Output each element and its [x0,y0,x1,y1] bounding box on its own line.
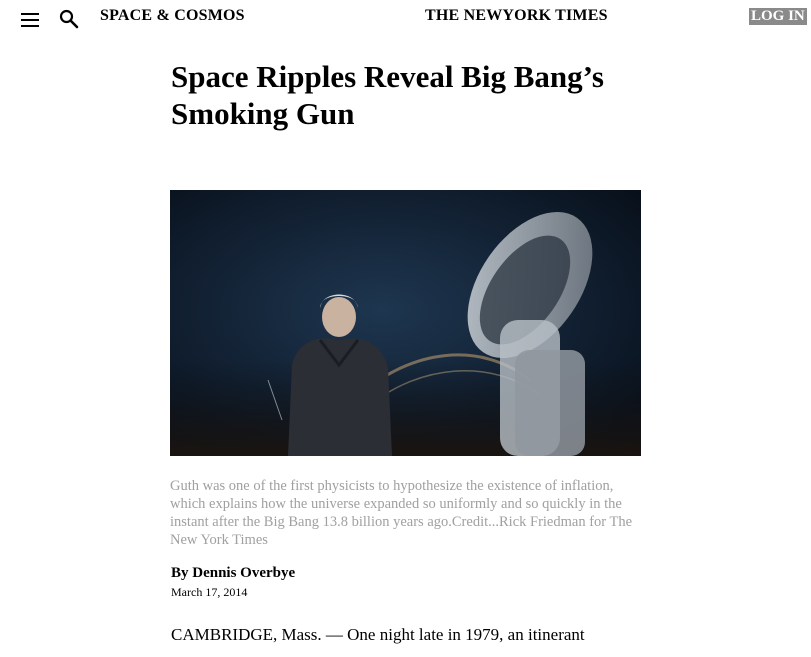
top-nav-bar: SPACE & COSMOS THE NEWYORK TIMES LOG IN [0,0,811,40]
photo-caption: Guth was one of the first physicists to … [170,478,633,548]
section-link[interactable]: SPACE & COSMOS [100,7,245,25]
article-body-paragraph: CAMBRIDGE, Mass. — One night late in 197… [171,625,585,644]
author-byline[interactable]: By Dennis Overbye [171,564,295,582]
login-button[interactable]: LOG IN [749,8,807,25]
hamburger-menu-icon[interactable] [20,10,42,30]
masthead-title[interactable]: THE NEWYORK TIMES [425,7,608,25]
article-headline: Space Ripples Reveal Big Bang’s Smoking … [171,59,604,131]
article-hero-photo [170,190,641,456]
search-icon[interactable] [58,8,80,30]
photo-illustration [170,190,641,456]
publish-date: March 17, 2014 [171,585,248,599]
